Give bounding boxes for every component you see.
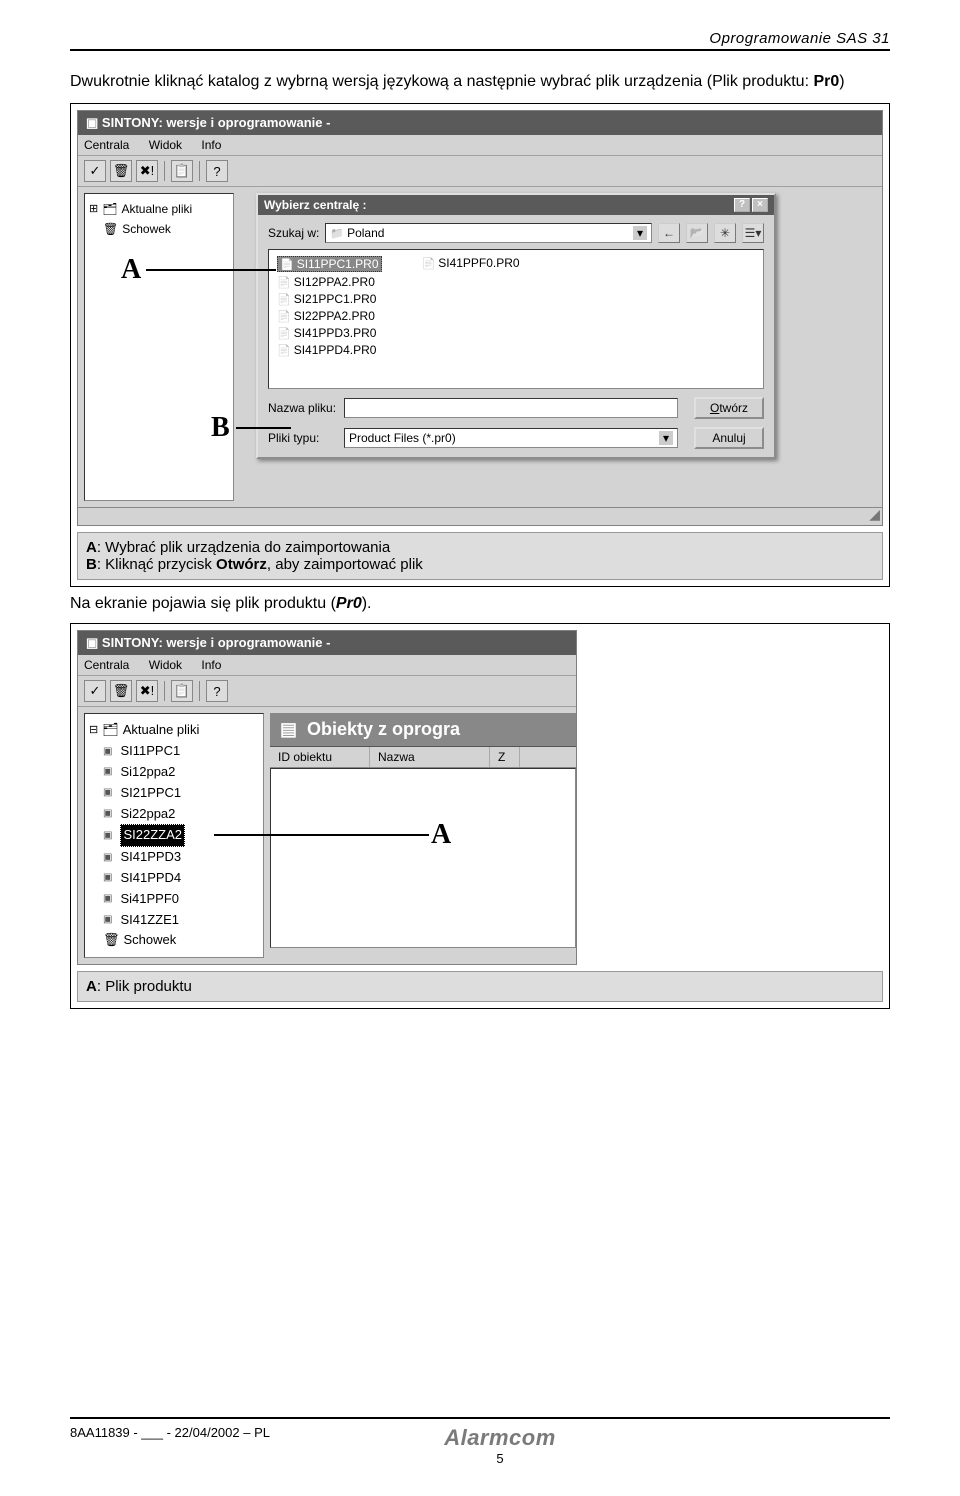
toolbar-button[interactable]: ✓: [84, 160, 106, 182]
statusbar: ◢: [78, 507, 882, 525]
page-footer: 8AA11839 - ___ - 22/04/2002 – PL Alarmco…: [70, 1417, 890, 1466]
filetype-label: Pliki typu:: [268, 431, 338, 445]
tree-node[interactable]: SI41PPD4: [103, 868, 259, 889]
figure-caption-2: A: Plik produktu: [77, 971, 883, 1002]
separator: [199, 681, 200, 701]
schowek-icon: 🗑: [103, 220, 118, 239]
marker-line: [146, 269, 276, 271]
between-text: Na ekranie pojawia się plik produktu (Pr…: [70, 595, 890, 613]
tree-node[interactable]: SI41ZZE1: [103, 910, 259, 931]
help-icon[interactable]: ?: [206, 160, 228, 182]
tree-node[interactable]: SI41PPD3: [103, 847, 259, 868]
back-icon[interactable]: ←: [658, 223, 680, 243]
menu-item[interactable]: Info: [201, 138, 221, 152]
menu-item[interactable]: Centrala: [84, 138, 129, 152]
chevron-down-icon[interactable]: ▾: [633, 226, 647, 240]
page-header: Oprogramowanie SAS 31: [70, 30, 890, 51]
list-area[interactable]: [270, 768, 576, 948]
separator: [164, 681, 165, 701]
toolbar-button[interactable]: 📋: [171, 160, 193, 182]
up-icon[interactable]: 📂: [686, 223, 708, 243]
separator: [164, 161, 165, 181]
menu-bar[interactable]: Centrala Widok Info: [78, 655, 576, 676]
file-item[interactable]: SI41PPF0.PR0: [422, 256, 520, 270]
tree-node[interactable]: Si22ppa2: [103, 804, 259, 825]
filename-label: Nazwa pliku:: [268, 401, 338, 415]
window-titlebar: ▣ SINTONY: wersje i oprogramowanie -: [78, 631, 576, 655]
file-item[interactable]: SI41PPD4.PR0: [277, 343, 382, 357]
menu-item[interactable]: Info: [201, 658, 221, 672]
expand-icon[interactable]: ⊞: [89, 201, 98, 219]
close-icon[interactable]: ×: [752, 198, 768, 212]
file-item[interactable]: SI11PPC1.PR0: [277, 256, 382, 272]
tree-view[interactable]: ⊞🗂Aktualne pliki 🗑Schowek: [84, 193, 234, 501]
figure-caption: A: Wybrać plik urządzenia do zaimportowa…: [77, 532, 883, 580]
panel-icon: ▤: [280, 719, 297, 740]
toolbar-button[interactable]: 📋: [171, 680, 193, 702]
toolbar-button[interactable]: 🗑: [110, 680, 132, 702]
figure-1: ▣ SINTONY: wersje i oprogramowanie - Cen…: [70, 103, 890, 587]
search-label: Szukaj w:: [268, 226, 319, 240]
dialog-titlebar: Wybierz centralę : ? ×: [258, 195, 774, 215]
folder-icon: 🗂: [102, 720, 119, 741]
marker-line: [214, 834, 429, 836]
marker-b: B: [211, 412, 230, 444]
column-header[interactable]: ID obiektu: [270, 747, 370, 767]
menu-item[interactable]: Centrala: [84, 658, 129, 672]
intro-text: Dwukrotnie kliknąć katalog z wybrną wers…: [70, 71, 890, 93]
column-headers[interactable]: ID obiektu Nazwa Z: [270, 747, 576, 768]
chevron-down-icon[interactable]: ▾: [659, 431, 673, 445]
folder-combo[interactable]: Poland▾: [325, 223, 652, 243]
help-icon[interactable]: ?: [206, 680, 228, 702]
toolbar: ✓ 🗑 ✖! 📋 ?: [78, 676, 576, 707]
tree-node[interactable]: Si41PPF0: [103, 889, 259, 910]
folder-icon: 🗂: [102, 200, 117, 219]
filename-input[interactable]: [344, 398, 678, 418]
toolbar-button[interactable]: ✖!: [136, 160, 158, 182]
footer-docref: 8AA11839 - ___ - 22/04/2002 – PL: [70, 1425, 270, 1440]
marker-a2: A: [431, 819, 451, 851]
tree-node[interactable]: SI11PPC1: [103, 741, 259, 762]
newfolder-icon[interactable]: ✳: [714, 223, 736, 243]
cancel-button[interactable]: Anuluj: [694, 427, 764, 449]
file-item[interactable]: SI12PPA2.PR0: [277, 275, 382, 289]
toolbar-button[interactable]: ✖!: [136, 680, 158, 702]
filetype-combo[interactable]: Product Files (*.pr0)▾: [344, 428, 678, 448]
toolbar: ✓ 🗑 ✖! 📋 ?: [78, 156, 882, 187]
app-icon: ▣: [86, 635, 102, 650]
app-icon: ▣: [86, 115, 102, 130]
resize-grip-icon[interactable]: ◢: [869, 506, 880, 523]
marker-line: [236, 427, 291, 429]
page-number: 5: [270, 1451, 730, 1466]
collapse-icon[interactable]: ⊟: [89, 722, 98, 740]
whatsthis-icon[interactable]: ?: [734, 198, 750, 212]
app-window-2: ▣ SINTONY: wersje i oprogramowanie - Cen…: [77, 630, 577, 965]
panel-title: ▤ Obiekty z oprogra: [270, 713, 576, 747]
file-item[interactable]: SI21PPC1.PR0: [277, 292, 382, 306]
app-window-1: ▣ SINTONY: wersje i oprogramowanie - Cen…: [77, 110, 883, 526]
menu-bar[interactable]: Centrala Widok Info: [78, 135, 882, 156]
file-item[interactable]: SI22PPA2.PR0: [277, 309, 382, 323]
file-list[interactable]: SI11PPC1.PR0 SI12PPA2.PR0 SI21PPC1.PR0 S…: [268, 249, 764, 389]
file-item[interactable]: SI41PPD3.PR0: [277, 326, 382, 340]
marker-a: A: [121, 254, 141, 286]
view-icon[interactable]: ☰▾: [742, 223, 764, 243]
logo: Alarmcom: [270, 1425, 730, 1451]
menu-item[interactable]: Widok: [149, 138, 182, 152]
menu-item[interactable]: Widok: [149, 658, 182, 672]
separator: [199, 161, 200, 181]
column-header[interactable]: Nazwa: [370, 747, 490, 767]
toolbar-button[interactable]: 🗑: [110, 160, 132, 182]
tree-node[interactable]: SI21PPC1: [103, 783, 259, 804]
window-body: ⊞🗂Aktualne pliki 🗑Schowek Wybierz centra…: [78, 187, 882, 507]
open-button[interactable]: Otwórz: [694, 397, 764, 419]
toolbar-button[interactable]: ✓: [84, 680, 106, 702]
tree-node[interactable]: Si12ppa2: [103, 762, 259, 783]
schowek-icon: 🗑: [103, 930, 120, 951]
figure-2: ▣ SINTONY: wersje i oprogramowanie - Cen…: [70, 623, 890, 1009]
column-header[interactable]: Z: [490, 747, 520, 767]
open-file-dialog: Wybierz centralę : ? × Szukaj w: Poland▾…: [256, 193, 776, 459]
window-titlebar: ▣ SINTONY: wersje i oprogramowanie -: [78, 111, 882, 135]
